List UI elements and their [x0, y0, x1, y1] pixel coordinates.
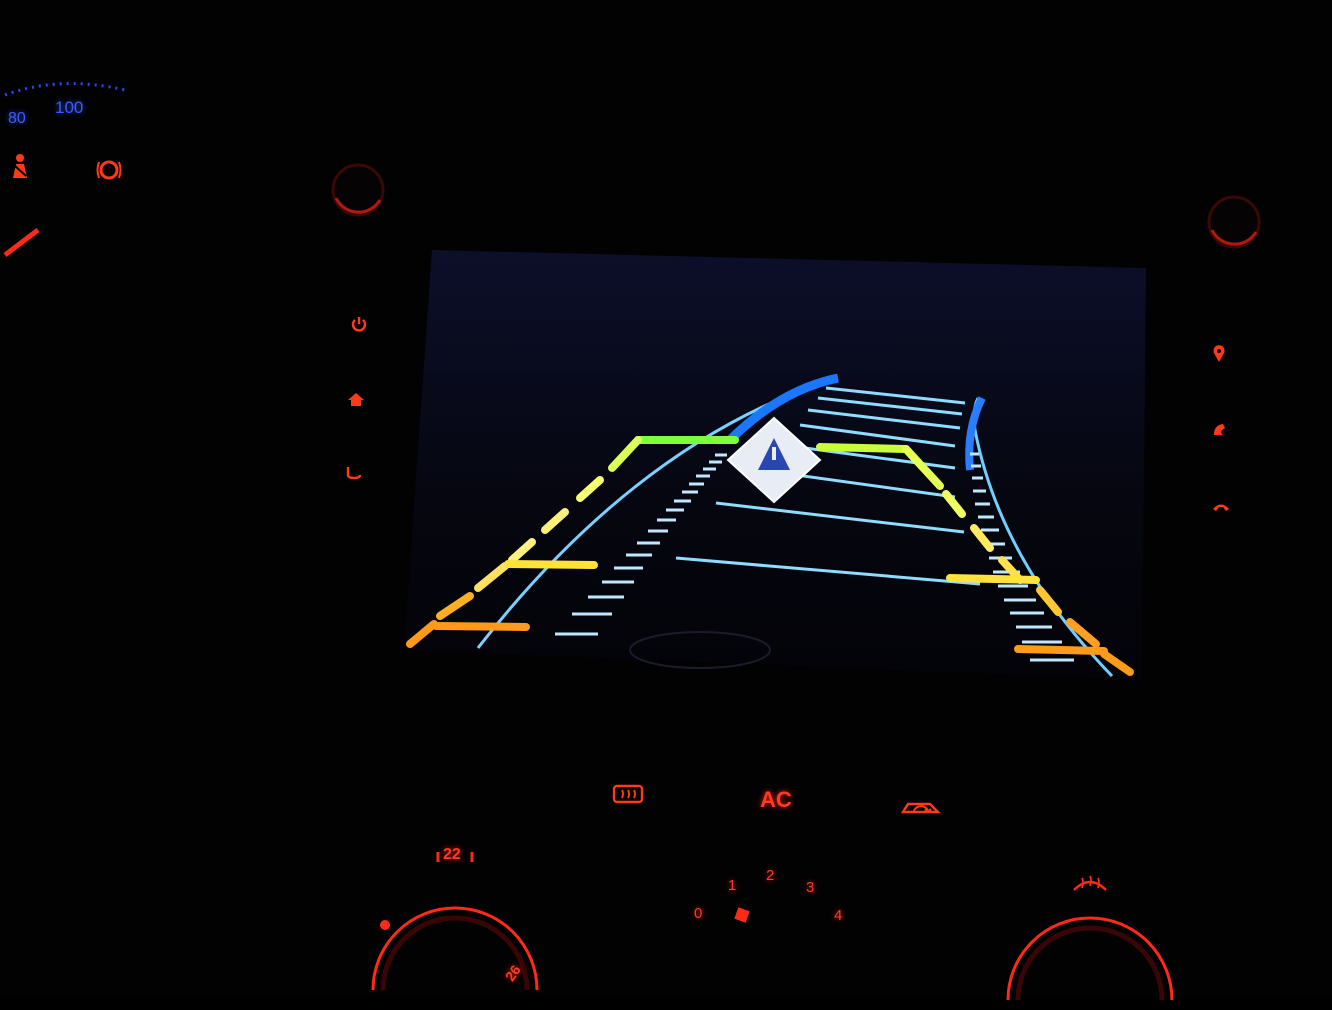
rear-defrost-icon — [612, 784, 644, 804]
fan-speed-knob[interactable]: 0 1 2 3 4 — [694, 865, 860, 945]
near-guide-left — [432, 622, 530, 631]
fan-level-3: 3 — [806, 879, 815, 896]
recirculation-icon — [900, 802, 941, 814]
fan-level-2: 2 — [766, 867, 775, 884]
ac-button[interactable]: AC — [760, 787, 792, 813]
rear-defrost-button[interactable] — [612, 784, 646, 808]
front-defrost-icon — [1073, 875, 1107, 891]
air-distribution-knob[interactable] — [990, 850, 1190, 1010]
car-dashboard-photo: 80 100 AC 22 26 0 1 2 3 4 — [0, 0, 1332, 1001]
near-guide-right — [1014, 645, 1108, 655]
mid-guide-right — [946, 574, 1040, 584]
temperature-label: 22 — [443, 846, 461, 863]
fan-level-1: 1 — [728, 877, 737, 894]
recirculation-button[interactable] — [900, 796, 944, 820]
rear-camera-display — [404, 250, 1146, 680]
temperature-indicator-dot — [380, 920, 390, 930]
mid-guide-left — [504, 560, 598, 569]
temperature-knob[interactable] — [355, 840, 555, 1000]
fan-level-0: 0 — [694, 905, 703, 922]
fan-pointer — [734, 907, 750, 923]
fan-level-4: 4 — [834, 907, 843, 924]
far-guide-right — [816, 443, 910, 453]
